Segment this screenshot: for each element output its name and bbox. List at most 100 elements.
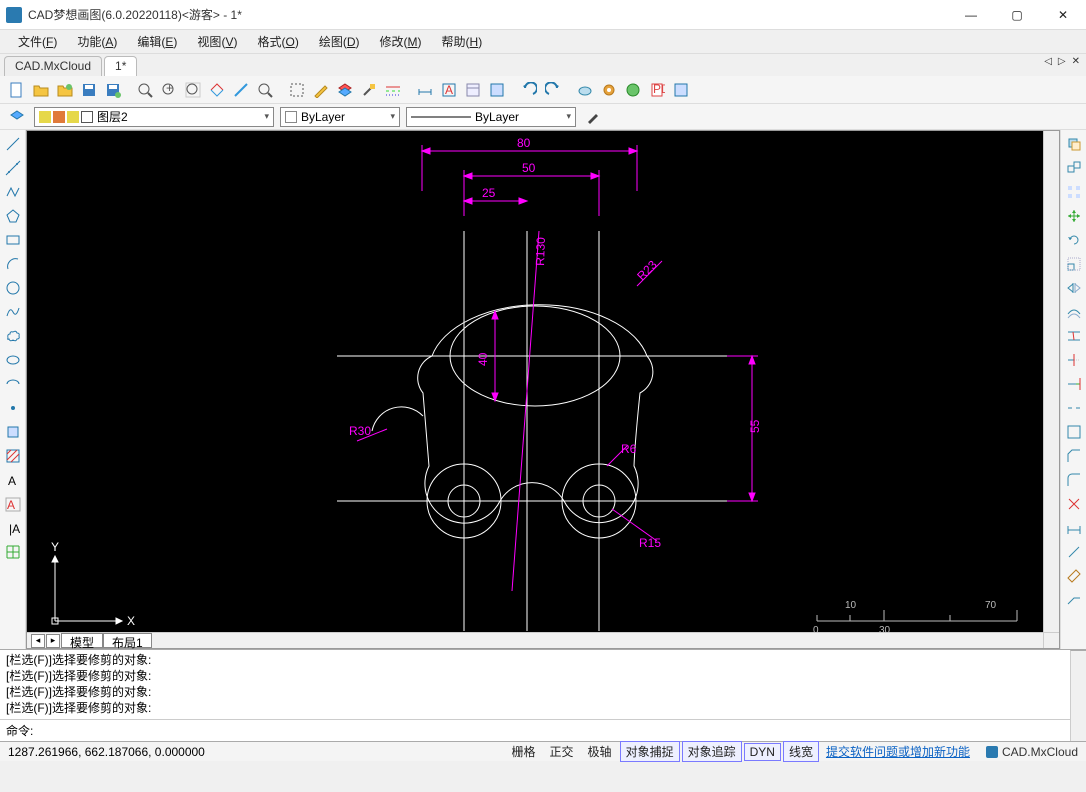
layers-button[interactable] [334, 79, 356, 101]
array-tool[interactable] [1064, 182, 1084, 202]
settings-button[interactable] [598, 79, 620, 101]
doc-tab-1[interactable]: 1* [104, 56, 137, 76]
block-tool[interactable] [3, 422, 23, 442]
menu-draw[interactable]: 绘图(D) [309, 31, 370, 52]
toggle-dyn[interactable]: DYN [744, 743, 781, 761]
chamfer-tool[interactable] [1064, 446, 1084, 466]
save-button[interactable] [78, 79, 100, 101]
zoom-window-button[interactable] [134, 79, 156, 101]
layer-manager-button[interactable] [6, 106, 28, 128]
sheet-prev-button[interactable]: ◂ [31, 634, 45, 648]
menu-modify[interactable]: 修改(M) [370, 31, 432, 52]
break-tool[interactable] [1064, 398, 1084, 418]
measure-tool[interactable] [1064, 566, 1084, 586]
pencil-button[interactable] [310, 79, 332, 101]
rectangle-tool[interactable] [3, 230, 23, 250]
extend-tool[interactable] [1064, 374, 1084, 394]
explode-tool[interactable] [1064, 494, 1084, 514]
arc-tool[interactable] [3, 254, 23, 274]
doc-tab-cloud[interactable]: CAD.MxCloud [4, 56, 102, 76]
rotate-tool[interactable] [1064, 230, 1084, 250]
command-scrollbar[interactable] [1070, 650, 1086, 741]
ellipse-arc-tool[interactable] [3, 374, 23, 394]
drawing-canvas[interactable]: 80 50 25 R130 R23 40 55 R30 R6 R15 [27, 131, 1043, 632]
zoom-extents-button[interactable] [206, 79, 228, 101]
find-button[interactable]: A [438, 79, 460, 101]
dim-aligned-tool[interactable] [1064, 542, 1084, 562]
help-button[interactable] [670, 79, 692, 101]
undo-button[interactable] [518, 79, 540, 101]
toggle-lwt[interactable]: 线宽 [783, 741, 819, 762]
maximize-button[interactable]: ▢ [994, 0, 1040, 30]
menu-help[interactable]: 帮助(H) [432, 31, 493, 52]
tab-model[interactable]: 模型 [61, 633, 103, 648]
menu-file[interactable]: 文件(F) [8, 31, 67, 52]
join-tool[interactable] [1064, 422, 1084, 442]
tab-next-icon[interactable]: ▷ [1058, 56, 1066, 67]
hatch-tool[interactable] [3, 446, 23, 466]
mtext-tool[interactable]: A [3, 494, 23, 514]
close-button[interactable]: ✕ [1040, 0, 1086, 30]
cloud-button[interactable] [574, 79, 596, 101]
linetype-dropdown[interactable]: ByLayer ▾ [406, 107, 576, 127]
scale-tool[interactable] [1064, 254, 1084, 274]
text-tool[interactable]: A [3, 470, 23, 490]
leader-tool[interactable] [1064, 590, 1084, 610]
block-editor-button[interactable] [486, 79, 508, 101]
tab-close-icon[interactable]: ✕ [1072, 56, 1080, 67]
menu-view[interactable]: 视图(V) [187, 31, 247, 52]
command-history[interactable]: [栏选(F)]选择要修剪的对象: [栏选(F)]选择要修剪的对象: [栏选(F)… [0, 650, 1070, 719]
fillet-tool[interactable] [1064, 470, 1084, 490]
saveas-button[interactable] [102, 79, 124, 101]
tab-prev-icon[interactable]: ◁ [1044, 56, 1052, 67]
revcloud-tool[interactable] [3, 326, 23, 346]
line-tool[interactable] [3, 134, 23, 154]
trim-tool[interactable] [1064, 350, 1084, 370]
toggle-polar[interactable]: 极轴 [582, 741, 618, 762]
offset-tool[interactable] [1064, 302, 1084, 322]
toggle-ortho[interactable]: 正交 [544, 741, 580, 762]
ellipse-tool[interactable] [3, 350, 23, 370]
point-tool[interactable] [3, 398, 23, 418]
globe-button[interactable] [622, 79, 644, 101]
select-button[interactable] [286, 79, 308, 101]
toggle-osnap[interactable]: 对象捕捉 [620, 741, 680, 762]
color-dropdown[interactable]: ByLayer ▾ [280, 107, 400, 127]
dimension-button[interactable] [414, 79, 436, 101]
brush-button[interactable] [582, 106, 604, 128]
new-file-button[interactable] [6, 79, 28, 101]
pline-tool[interactable] [3, 182, 23, 202]
table-tool[interactable] [3, 542, 23, 562]
open-cloud-button[interactable] [54, 79, 76, 101]
minimize-button[interactable]: — [948, 0, 994, 30]
tab-layout1[interactable]: 布局1 [103, 633, 152, 648]
redo-button[interactable] [542, 79, 564, 101]
pdf-button[interactable]: PDF [646, 79, 668, 101]
zoom-out-button[interactable] [182, 79, 204, 101]
copy-tool[interactable] [1064, 158, 1084, 178]
menu-format[interactable]: 格式(O) [247, 31, 308, 52]
spline-tool[interactable] [3, 302, 23, 322]
sheet-next-button[interactable]: ▸ [46, 634, 60, 648]
stretch-tool[interactable] [1064, 326, 1084, 346]
menu-edit[interactable]: 编辑(E) [127, 31, 187, 52]
toggle-grid[interactable]: 栅格 [506, 741, 542, 762]
move-tool[interactable] [1064, 206, 1084, 226]
feedback-link[interactable]: 提交软件问题或增加新功能 [826, 743, 970, 760]
vertical-scrollbar[interactable] [1043, 131, 1059, 632]
layer-dropdown[interactable]: 图层2 ▾ [34, 107, 274, 127]
properties-button[interactable] [462, 79, 484, 101]
copyclip-tool[interactable] [1064, 134, 1084, 154]
open-file-button[interactable] [30, 79, 52, 101]
command-input[interactable]: 命令: [0, 719, 1070, 741]
linetype-button[interactable] [382, 79, 404, 101]
toggle-otrack[interactable]: 对象追踪 [682, 741, 742, 762]
horizontal-scrollbar[interactable]: ◂ ▸ 模型 布局1 [27, 632, 1043, 648]
menu-function[interactable]: 功能(A) [67, 31, 127, 52]
polygon-tool[interactable] [3, 206, 23, 226]
xline-tool[interactable] [3, 158, 23, 178]
vtext-tool[interactable]: |A [3, 518, 23, 538]
match-prop-button[interactable] [358, 79, 380, 101]
dim-linear-tool[interactable] [1064, 518, 1084, 538]
mirror-tool[interactable] [1064, 278, 1084, 298]
